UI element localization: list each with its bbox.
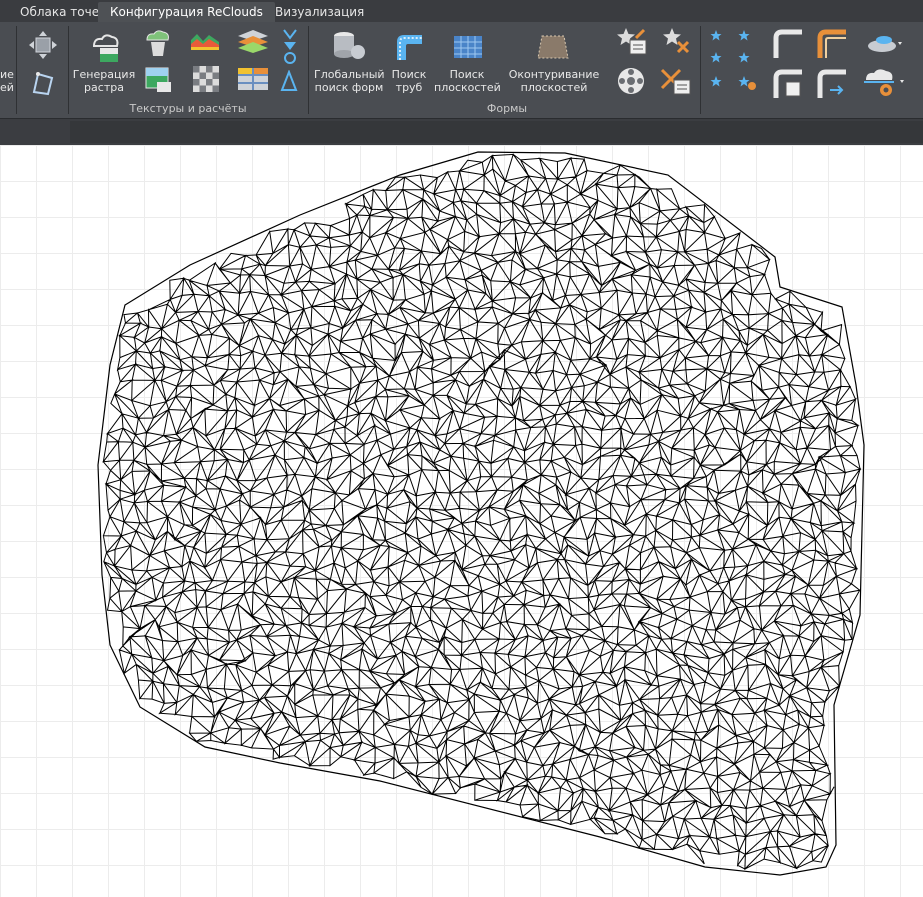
- stars-group-icon[interactable]: [708, 28, 758, 96]
- small-tool-icon-2[interactable]: [280, 70, 298, 92]
- triangulated-mesh[interactable]: [0, 145, 923, 897]
- tab-reclouds-config[interactable]: Конфигурация ReClouds: [98, 2, 275, 22]
- raster-image-icon[interactable]: [143, 66, 173, 94]
- mesh-triangles: [102, 153, 862, 871]
- elbow-arrow-icon[interactable]: [816, 68, 848, 100]
- wheel-icon[interactable]: [616, 66, 646, 96]
- corner-icon[interactable]: [772, 28, 804, 60]
- raster-gen-label-2[interactable]: растра: [72, 81, 136, 94]
- ribbon: ие ей Генерация растра Текстуры и расчёт…: [0, 22, 923, 118]
- terrain-icon[interactable]: [190, 30, 220, 52]
- pipe-search-label-1[interactable]: Поиск: [384, 68, 434, 81]
- plane-search-label-2[interactable]: плоскостей: [434, 81, 501, 94]
- pipe-search-icon[interactable]: [394, 32, 424, 62]
- status-bar-field: [70, 121, 923, 143]
- layers-icon[interactable]: [236, 28, 270, 56]
- plane-contour-label-2[interactable]: плоскостей: [502, 81, 606, 94]
- cut-label-1: ие: [0, 68, 14, 81]
- plane-contour-icon[interactable]: [536, 34, 570, 60]
- cylinder-icon[interactable]: [330, 30, 366, 62]
- cloud-globe-icon[interactable]: [143, 28, 173, 58]
- plane-search-icon[interactable]: [452, 34, 484, 60]
- star-remove-icon[interactable]: [660, 26, 692, 56]
- pipe-search-label-2[interactable]: труб: [384, 81, 434, 94]
- raster-gen-label-1[interactable]: Генерация: [72, 68, 136, 81]
- group-separator: [700, 26, 701, 114]
- cut-label-2: ей: [0, 81, 14, 94]
- global-search-label-1[interactable]: Глобальный: [314, 68, 385, 81]
- move-icon[interactable]: [28, 30, 58, 60]
- forms-group-label: Формы: [486, 102, 528, 115]
- ribbon-tabbar: Облака точек Конфигурация ReClouds Визуа…: [0, 0, 923, 22]
- small-tools-icon[interactable]: [280, 26, 300, 66]
- corner-box-icon[interactable]: [772, 68, 804, 100]
- status-bar: [0, 118, 923, 145]
- shape-icon[interactable]: [28, 68, 58, 98]
- elbow-icon[interactable]: [816, 28, 848, 60]
- cross-remove-icon[interactable]: [660, 66, 692, 96]
- star-edit-icon[interactable]: [616, 26, 648, 56]
- gear-cloud-icon[interactable]: [862, 66, 906, 98]
- plane-search-label-1[interactable]: Поиск: [434, 68, 500, 81]
- group-separator: [68, 26, 69, 114]
- group-separator: [308, 26, 309, 114]
- group-separator: [16, 26, 17, 114]
- plane-contour-label-1[interactable]: Оконтуривание: [502, 68, 606, 81]
- table-grid-icon[interactable]: [238, 68, 268, 90]
- viewport-canvas[interactable]: [0, 145, 923, 897]
- textures-group-label: Текстуры и расчёты: [129, 102, 247, 115]
- cloud-raster-icon[interactable]: [88, 30, 122, 64]
- checker-icon[interactable]: [193, 66, 219, 92]
- disk-icon[interactable]: [864, 28, 904, 58]
- tab-visualization[interactable]: Визуализация: [263, 2, 376, 22]
- global-search-label-2[interactable]: поиск форм: [314, 81, 384, 94]
